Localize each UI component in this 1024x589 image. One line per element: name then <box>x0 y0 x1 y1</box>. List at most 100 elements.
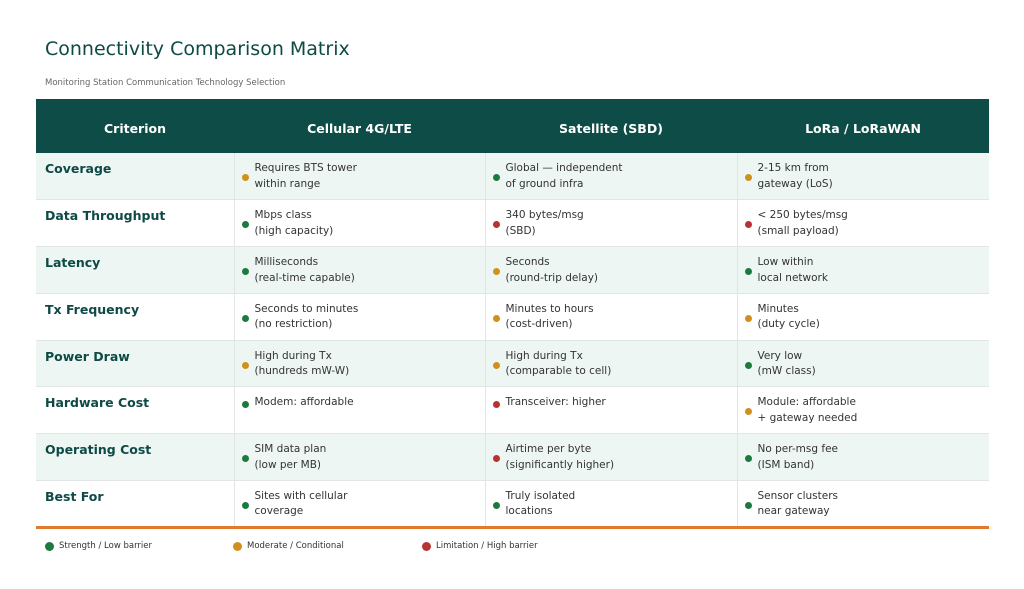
cellular-cell: Requires BTS tower within range <box>234 153 486 201</box>
cell-line: locations <box>505 505 553 518</box>
cell-line: Milliseconds <box>254 256 319 268</box>
cell-line: Modem: affordable <box>254 396 354 409</box>
cell-line: (round-trip delay) <box>505 271 599 284</box>
cell-line: within range <box>254 177 321 190</box>
cell-line: (real-time capable) <box>254 271 355 284</box>
cell-text: < 250 bytes/msg (small payload) <box>758 208 848 239</box>
lora-cell: Low within local network <box>737 246 989 294</box>
cell-text: No per-msg fee (ISM band) <box>758 442 839 473</box>
rating-dot-icon <box>492 314 500 322</box>
cell-text: High during Tx (comparable to cell) <box>506 349 612 380</box>
cell-line: (significantly higher) <box>505 458 615 471</box>
cell-line: of ground infra <box>505 177 584 190</box>
criterion-cell: Best For <box>36 480 235 529</box>
cell-line: Transceiver: higher <box>505 396 606 409</box>
page-title: Connectivity Comparison Matrix <box>45 38 350 60</box>
legend-item: Moderate / Conditional <box>233 541 422 551</box>
legend-item: Strength / Low barrier <box>45 541 233 551</box>
table-row: Best For Sites with cellular coverage Truly… <box>36 480 989 529</box>
rating-dot-icon <box>241 174 249 181</box>
lora-cell: Minutes (duty cycle) <box>737 293 989 341</box>
rating-dot-icon <box>241 221 249 229</box>
cell-line: coverage <box>254 505 304 518</box>
cellular-cell: Seconds to minutes (no restriction) <box>234 293 486 341</box>
legend-dot-icon <box>45 541 54 551</box>
rating-dot-icon <box>241 400 249 408</box>
table-row: Tx Frequency Seconds to minutes (no restri… <box>36 293 989 341</box>
rating-dot-icon <box>241 314 249 322</box>
cellular-cell: Milliseconds (real-time capable) <box>234 246 486 294</box>
cell-text: 2-15 km from gateway (LoS) <box>758 161 833 192</box>
lora-cell: Sensor clusters near gateway <box>737 480 989 529</box>
cell-line: (no restriction) <box>254 318 333 331</box>
rating-dot-icon <box>241 361 249 369</box>
cell-text: Sites with cellular coverage <box>255 489 348 520</box>
cell-text: Milliseconds (real-time capable) <box>255 255 355 286</box>
cell-text: Module: affordable + gateway needed <box>758 395 858 426</box>
cell-text: Sensor clusters near gateway <box>758 489 839 520</box>
legend: Strength / Low barrier Moderate / Conditi… <box>45 541 538 551</box>
rating-dot-icon <box>492 361 500 369</box>
criterion-cell: Tx Frequency <box>36 293 235 341</box>
cell-text: Very low (mW class) <box>758 349 816 380</box>
cell-text: Transceiver: higher <box>506 395 606 411</box>
cell-line: (high capacity) <box>254 224 334 237</box>
cell-line: local network <box>757 271 828 284</box>
criterion-cell: Power Draw <box>36 340 235 388</box>
cellular-cell: Mbps class (high capacity) <box>234 199 486 247</box>
rating-dot-icon <box>744 501 752 509</box>
criterion-cell: Coverage <box>36 153 235 201</box>
cell-line: SIM data plan <box>254 443 327 455</box>
satellite-cell: High during Tx (comparable to cell) <box>485 340 738 388</box>
cell-line: Airtime per byte <box>505 443 592 455</box>
header-cellular: Cellular 4G/LTE <box>234 99 485 153</box>
table-row: Latency Milliseconds (real-time capable) Se… <box>36 246 989 294</box>
satellite-cell: Global — independent of ground infra <box>485 153 738 201</box>
cell-line: gateway (LoS) <box>757 177 833 190</box>
cell-line: 2-15 km from <box>757 162 829 174</box>
rating-dot-icon <box>744 455 752 462</box>
cell-text: Seconds (round-trip delay) <box>506 255 599 286</box>
cell-line: 340 bytes/msg <box>505 209 584 222</box>
criterion-cell: Latency <box>36 246 235 294</box>
rating-dot-icon <box>744 174 752 181</box>
cell-line: (low per MB) <box>254 458 322 471</box>
lora-cell: 2-15 km from gateway (LoS) <box>737 153 989 201</box>
cell-line: Requires BTS tower <box>254 162 357 174</box>
satellite-cell: Minutes to hours (cost-driven) <box>485 293 738 341</box>
rating-dot-icon <box>744 408 752 416</box>
satellite-cell: Transceiver: higher <box>485 386 738 434</box>
cell-line: Seconds to minutes <box>254 302 359 315</box>
cell-line: < 250 bytes/msg <box>757 209 848 222</box>
legend-label: Limitation / High barrier <box>436 541 538 551</box>
lora-cell: Very low (mW class) <box>737 340 989 388</box>
comparison-matrix: Criterion Cellular 4G/LTE Satellite (SBD… <box>36 99 989 529</box>
cell-text: Requires BTS tower within range <box>255 161 357 192</box>
cellular-cell: Modem: affordable <box>234 386 486 434</box>
cell-line: Seconds <box>505 256 550 268</box>
table-row: Data Throughput Mbps class (high capacity)… <box>36 199 989 247</box>
rating-dot-icon <box>492 400 500 408</box>
cell-text: SIM data plan (low per MB) <box>255 442 327 473</box>
cell-line: Minutes to hours <box>505 302 594 315</box>
cell-text: Minutes (duty cycle) <box>758 302 820 333</box>
header-criterion: Criterion <box>36 99 234 153</box>
cell-text: Airtime per byte (significantly higher) <box>506 442 615 473</box>
page-subtitle: Monitoring Station Communication Technol… <box>45 78 286 88</box>
header-row: Criterion Cellular 4G/LTE Satellite (SBD… <box>36 99 989 153</box>
cell-line: High during Tx <box>505 349 583 362</box>
cell-text: Truly isolated locations <box>506 489 576 520</box>
rating-dot-icon <box>492 268 500 275</box>
cell-line: (comparable to cell) <box>505 365 612 377</box>
rating-dot-icon <box>492 501 500 509</box>
cell-line: High during Tx <box>254 349 332 362</box>
legend-dot-icon <box>233 541 242 551</box>
cell-line: Truly isolated <box>505 489 576 502</box>
table-row: Power Draw High during Tx (hundreds mW-W) H… <box>36 340 989 388</box>
legend-dot-icon <box>422 541 431 551</box>
rating-dot-icon <box>241 455 249 462</box>
rating-dot-icon <box>492 455 500 462</box>
header-satellite: Satellite (SBD) <box>485 99 737 153</box>
satellite-cell: Seconds (round-trip delay) <box>485 246 738 294</box>
rating-dot-icon <box>744 314 752 322</box>
